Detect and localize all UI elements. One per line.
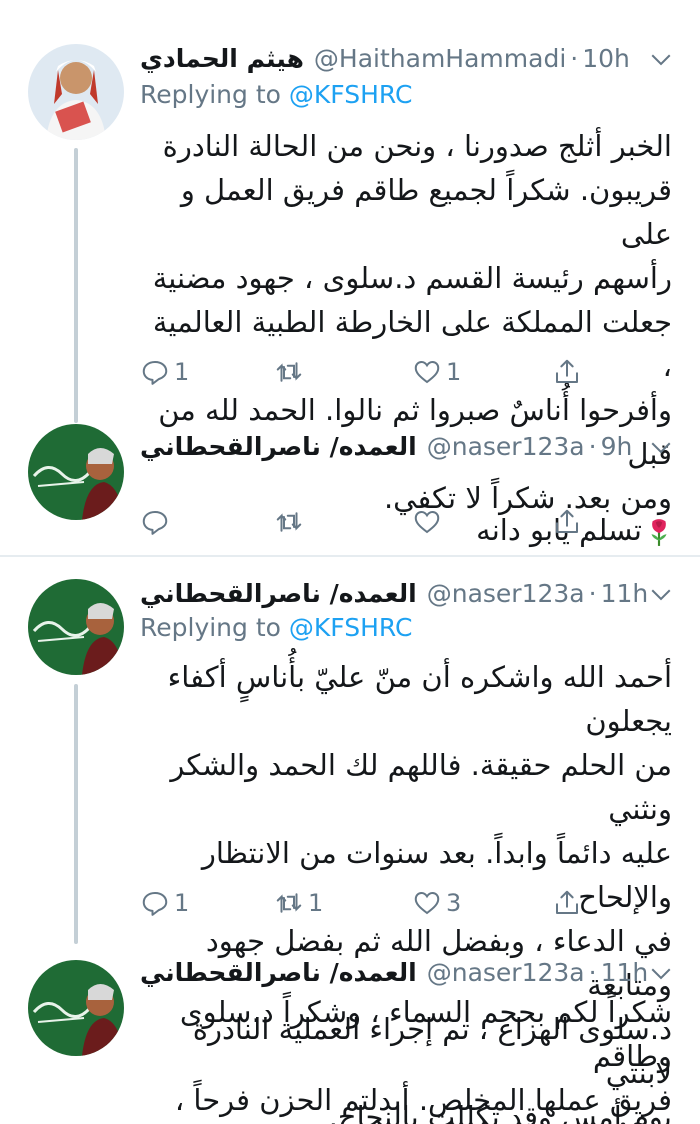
mention-link[interactable]: @KFSHRC: [289, 80, 413, 109]
replying-label: Replying to: [140, 613, 281, 642]
tweet[interactable]: العمده/ ناصرالقحطاني @naser123a · 11h شك…: [0, 942, 700, 1124]
share-button[interactable]: [552, 352, 582, 392]
display-name[interactable]: العمده/ ناصرالقحطاني: [140, 579, 417, 608]
tweet[interactable]: العمده/ ناصرالقحطاني @naser123a · 11h Re…: [0, 557, 700, 1124]
reply-icon: [142, 511, 168, 535]
share-icon: [556, 890, 578, 914]
reply-button[interactable]: 1: [140, 352, 189, 392]
display-name[interactable]: العمده/ ناصرالقحطاني: [140, 432, 417, 461]
retweet-icon: [276, 512, 302, 532]
timestamp[interactable]: 9h: [601, 432, 633, 461]
replying-to: Replying to @KFSHRC: [140, 80, 413, 109]
tweet-header: هيثم الحمادي @HaithamHammadi · 10h: [140, 38, 676, 78]
like-button[interactable]: 3: [412, 883, 461, 923]
reply-icon: [142, 892, 168, 916]
tweet[interactable]: هيثم الحمادي @HaithamHammadi · 10h Reply…: [0, 0, 700, 515]
chevron-down-icon[interactable]: [646, 432, 676, 462]
separator: ·: [570, 43, 579, 73]
tweet-header: العمده/ ناصرالقحطاني @naser123a · 9h: [140, 426, 676, 466]
share-icon: [556, 509, 578, 533]
share-icon: [556, 359, 578, 383]
replying-to: Replying to @KFSHRC: [140, 613, 413, 642]
avatar[interactable]: [28, 579, 124, 675]
reply-count: 1: [174, 358, 190, 386]
heart-icon: [414, 510, 440, 534]
like-button[interactable]: [412, 502, 446, 542]
reply-button[interactable]: [140, 502, 174, 542]
avatar[interactable]: [28, 960, 124, 1056]
avatar[interactable]: [28, 44, 124, 140]
tweet-actions: [140, 502, 610, 542]
user-handle[interactable]: @HaithamHammadi: [314, 44, 566, 73]
timestamp[interactable]: 10h: [582, 44, 630, 73]
like-button[interactable]: 1: [412, 352, 461, 392]
avatar[interactable]: [28, 424, 124, 520]
tweet-header: العمده/ ناصرالقحطاني @naser123a · 11h: [140, 952, 676, 992]
tweet-actions: 1 1: [140, 352, 610, 392]
separator: ·: [588, 957, 597, 987]
like-count: 1: [446, 358, 462, 386]
chevron-down-icon[interactable]: [646, 44, 676, 74]
replying-label: Replying to: [140, 80, 281, 109]
user-handle[interactable]: @naser123a: [427, 958, 585, 987]
retweet-button[interactable]: [274, 502, 308, 542]
timestamp[interactable]: 11h: [601, 579, 649, 608]
tweet-actions: 1 1 3: [140, 883, 610, 923]
user-handle[interactable]: @naser123a: [427, 432, 585, 461]
like-count: 3: [446, 889, 462, 917]
display-name[interactable]: هيثم الحمادي: [140, 44, 304, 73]
retweet-button[interactable]: 1: [274, 883, 323, 923]
tweet-header: العمده/ ناصرالقحطاني @naser123a · 11h: [140, 573, 676, 613]
retweet-icon: [276, 362, 302, 382]
share-button[interactable]: [552, 883, 582, 923]
user-handle[interactable]: @naser123a: [427, 579, 585, 608]
tweet-text: شكراً لكم بحجم السماء ، وشكراً د.سلوى وط…: [174, 995, 672, 1117]
retweet-button[interactable]: [274, 352, 308, 392]
timestamp[interactable]: 11h: [601, 958, 649, 987]
retweet-icon: [276, 893, 302, 913]
share-button[interactable]: [552, 502, 582, 542]
reply-count: 1: [174, 889, 190, 917]
retweet-count: 1: [308, 889, 324, 917]
display-name[interactable]: العمده/ ناصرالقحطاني: [140, 958, 417, 987]
tweet[interactable]: العمده/ ناصرالقحطاني @naser123a · 9h تسل…: [0, 410, 700, 555]
reply-icon: [142, 361, 168, 385]
heart-icon: [414, 360, 440, 384]
chevron-down-icon[interactable]: [646, 579, 676, 609]
mention-link[interactable]: @KFSHRC: [289, 613, 413, 642]
reply-button[interactable]: 1: [140, 883, 189, 923]
separator: ·: [588, 578, 597, 608]
chevron-down-icon[interactable]: [646, 958, 676, 988]
rose-emoji-icon: [651, 519, 667, 546]
heart-icon: [414, 891, 440, 915]
separator: ·: [588, 431, 597, 461]
